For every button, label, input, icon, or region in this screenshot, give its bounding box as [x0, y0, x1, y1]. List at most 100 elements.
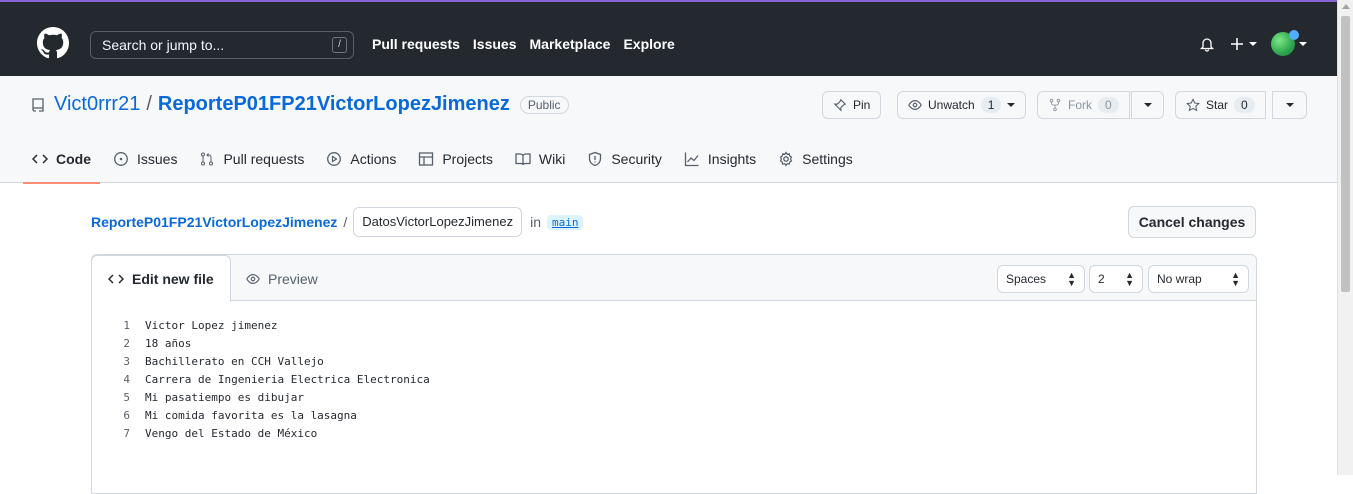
pin-button[interactable]: Pin: [822, 91, 882, 119]
issue-icon: [114, 152, 128, 166]
pull-request-icon: [201, 152, 214, 166]
line-text: Mi comida favorita es la lasagna: [145, 409, 357, 422]
line-number: 1: [123, 319, 130, 332]
visibility-badge: Public: [519, 95, 569, 114]
fork-icon: [1049, 98, 1061, 112]
tab-code[interactable]: Code: [23, 144, 100, 184]
tab-label: Pull requests: [223, 151, 305, 167]
pin-icon: [833, 98, 847, 112]
header-actions: [1199, 30, 1307, 56]
create-new-button[interactable]: [1229, 36, 1257, 52]
line-number: 2: [123, 337, 130, 350]
fork-button[interactable]: Fork 0: [1037, 91, 1130, 119]
watch-count: 1: [980, 97, 1002, 113]
fork-dropdown-button[interactable]: [1131, 91, 1164, 119]
nav-pull-requests[interactable]: Pull requests: [372, 36, 460, 52]
graph-icon: [684, 152, 699, 167]
wrap-mode-value: No wrap: [1157, 272, 1202, 286]
tab-label: Code: [56, 151, 91, 167]
user-menu-button[interactable]: [1271, 30, 1307, 56]
code-line: 3 Bachillerato en CCH Vallejo: [112, 353, 430, 371]
tab-label: Projects: [442, 151, 493, 167]
tab-edit-new-file[interactable]: Edit new file: [91, 255, 231, 302]
indent-mode-select[interactable]: Spaces ▲ ▼: [997, 265, 1085, 293]
scrollbar-thumb[interactable]: [1341, 16, 1350, 292]
chevron-down-icon: [1285, 103, 1294, 107]
fork-label: Fork: [1068, 98, 1092, 112]
repo-title: Vict0rrr21 / ReporteP01FP21VictorLopezJi…: [30, 93, 569, 116]
scroll-up-arrow-icon[interactable]: [1342, 4, 1350, 9]
eye-icon: [246, 273, 260, 284]
line-text: Victor Lopez jimenez: [145, 319, 278, 332]
indent-size-value: 2: [1098, 272, 1105, 286]
star-icon: [1186, 98, 1200, 112]
code-line: 6 Mi comida favorita es la lasagna: [112, 407, 430, 425]
code-editor-textarea[interactable]: 1 Victor Lopez jimenez 2 18 años 3 Bachille…: [112, 317, 430, 443]
line-number: 7: [123, 427, 130, 440]
shield-icon: [589, 151, 602, 167]
chevron-down-icon: [1007, 103, 1016, 107]
github-logo-icon[interactable]: [37, 27, 69, 59]
plus-icon: [1231, 38, 1243, 50]
code-line: 5 Mi pasatiempo es dibujar: [112, 389, 430, 407]
star-count: 0: [1234, 97, 1255, 113]
tab-label: Issues: [137, 151, 178, 167]
line-text: Mi pasatiempo es dibujar: [145, 391, 304, 404]
repo-name-link[interactable]: ReporteP01FP21VictorLopezJimenez: [158, 93, 510, 116]
avatar: [1271, 30, 1299, 56]
line-number: 6: [123, 409, 130, 422]
pin-label: Pin: [853, 98, 871, 112]
repo-root-link[interactable]: ReporteP01FP21VictorLopezJimenez: [91, 214, 337, 230]
nav-marketplace[interactable]: Marketplace: [530, 36, 611, 52]
nav-explore[interactable]: Explore: [623, 36, 674, 52]
tab-pull-requests[interactable]: Pull requests: [199, 144, 304, 174]
code-line: 2 18 años: [112, 335, 430, 353]
chevron-down-icon: [1143, 103, 1152, 107]
code-line: 4 Carrera de Ingenieria Electrica Electro…: [112, 371, 429, 389]
cancel-changes-button[interactable]: Cancel changes: [1128, 206, 1256, 238]
filename-input[interactable]: DatosVictorLopezJimenez: [353, 207, 523, 237]
tab-projects[interactable]: Projects: [418, 144, 493, 174]
tab-insights[interactable]: Insights: [684, 144, 756, 174]
code-icon: [32, 154, 48, 164]
tab-actions[interactable]: Actions: [326, 144, 396, 174]
unwatch-button[interactable]: Unwatch 1: [897, 91, 1027, 119]
nav-issues[interactable]: Issues: [473, 36, 517, 52]
line-text: Bachillerato en CCH Vallejo: [145, 355, 324, 368]
wrap-mode-select[interactable]: No wrap ▲ ▼: [1148, 265, 1249, 293]
tab-settings[interactable]: Settings: [778, 144, 853, 174]
indent-size-select[interactable]: 2 ▲ ▼: [1089, 265, 1143, 293]
global-nav: Pull requests Issues Marketplace Explore: [372, 36, 675, 52]
chevron-down-icon: [1299, 42, 1307, 46]
tab-label: Wiki: [538, 151, 566, 167]
tab-preview[interactable]: Preview: [230, 255, 334, 302]
repo-icon: [32, 97, 44, 112]
star-button[interactable]: Star 0: [1175, 91, 1266, 119]
select-arrows-icon: ▲ ▼: [1125, 270, 1134, 288]
file-editor: Edit new file Preview Spaces ▲ ▼ 2 ▲ ▼ No …: [91, 254, 1257, 494]
star-dropdown-button[interactable]: [1272, 91, 1307, 119]
line-text: 18 años: [145, 337, 192, 350]
tab-label: Actions: [350, 151, 397, 167]
slash-shortcut-key: /: [332, 37, 347, 53]
tab-wiki[interactable]: Wiki: [515, 144, 565, 174]
line-number: 3: [123, 355, 130, 368]
global-search-input[interactable]: Search or jump to... /: [90, 31, 354, 59]
file-path-breadcrumb: ReporteP01FP21VictorLopezJimenez / Datos…: [91, 207, 584, 237]
unwatch-label: Unwatch: [928, 98, 975, 112]
repo-owner-link[interactable]: Vict0rrr21: [54, 93, 140, 116]
branch-link[interactable]: main: [546, 214, 584, 230]
bell-icon[interactable]: [1199, 36, 1215, 52]
page-scrollbar[interactable]: [1337, 0, 1353, 475]
tab-security[interactable]: Security: [587, 144, 662, 174]
gear-icon: [779, 151, 793, 167]
tab-label: Security: [611, 151, 662, 167]
select-arrows-icon: ▲ ▼: [1231, 270, 1240, 288]
tab-label: Insights: [707, 151, 757, 167]
select-arrows-icon: ▲ ▼: [1067, 270, 1076, 288]
tab-issues[interactable]: Issues: [113, 144, 177, 174]
line-number: 5: [123, 391, 130, 404]
code-icon: [108, 273, 124, 284]
line-number: 4: [123, 373, 130, 386]
in-label: in: [530, 214, 541, 230]
